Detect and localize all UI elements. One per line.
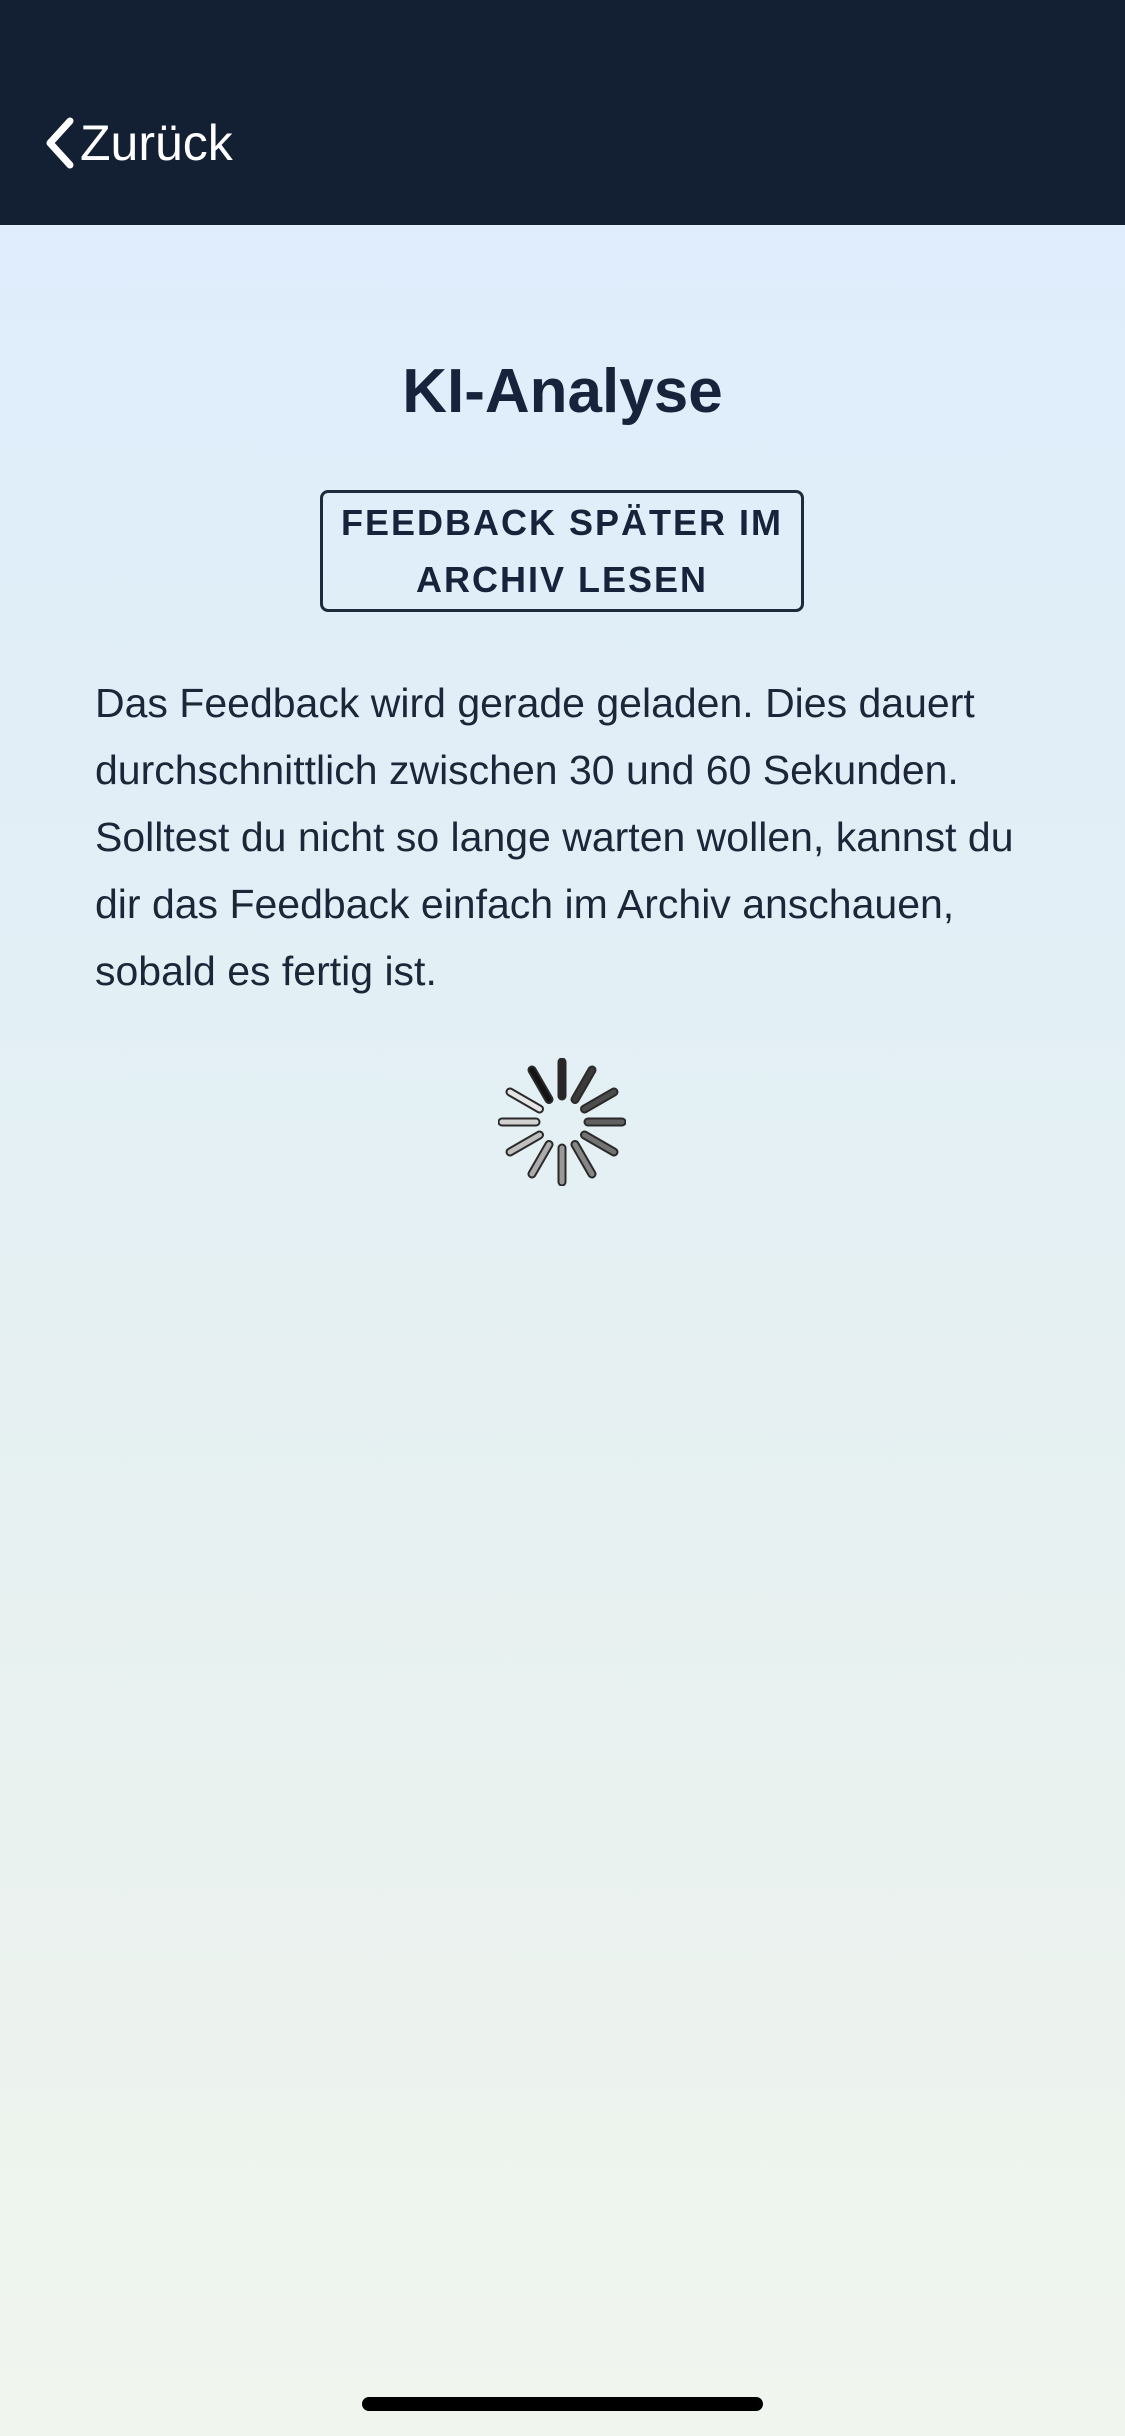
spinner-spoke [507, 1132, 542, 1155]
read-later-in-archive-label: FEEDBACK SPÄTER IM ARCHIV LESEN [340, 502, 784, 600]
spinner-spoke [572, 1067, 595, 1102]
spinner-spoke [582, 1089, 617, 1112]
navigation-header: Zurück [0, 0, 1125, 225]
spinner-spoke [582, 1132, 617, 1155]
loading-info-text: Das Feedback wird gerade geladen. Dies d… [95, 680, 1014, 994]
home-indicator [362, 2397, 763, 2411]
back-button-label: Zurück [80, 115, 233, 171]
loading-spinner-icon [498, 1058, 626, 1186]
read-later-in-archive-button[interactable]: FEEDBACK SPÄTER IM ARCHIV LESEN [320, 490, 804, 612]
spinner-spoke [572, 1142, 595, 1177]
spinner-spoke [507, 1089, 542, 1112]
chevron-left-icon [46, 117, 74, 169]
spinner-spoke [529, 1067, 552, 1102]
page-title: KI-Analyse [402, 357, 723, 426]
back-button[interactable]: Zurück [44, 108, 233, 178]
spinner-spoke [529, 1142, 552, 1177]
